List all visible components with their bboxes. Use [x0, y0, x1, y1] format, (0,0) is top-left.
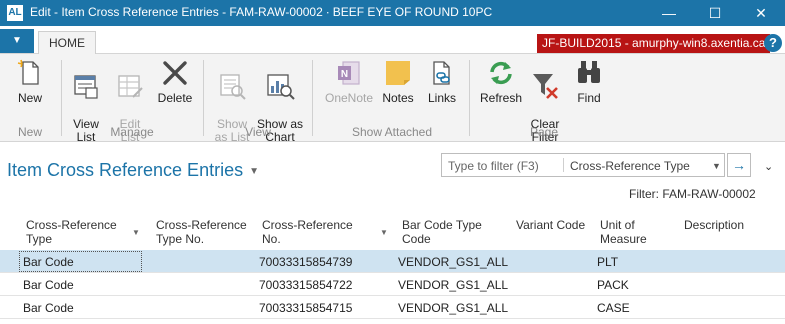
notes-label: Notes	[382, 91, 414, 105]
filter-input[interactable]: Type to filter (F3)	[448, 159, 539, 173]
links-button[interactable]: Links	[426, 58, 458, 105]
edit-list-icon	[118, 75, 143, 98]
cell-bar-code-type-code[interactable]: VENDOR_GS1_ALL	[398, 255, 508, 269]
table-row[interactable]: Bar Code 70033315854715 VENDOR_GS1_ALL C…	[0, 296, 785, 319]
column-header-variant-code[interactable]: Variant Code	[516, 218, 596, 232]
cell-bar-code-type-code[interactable]: VENDOR_GS1_ALL	[398, 278, 508, 292]
delete-x-icon	[163, 61, 187, 85]
cell-cross-reference-type[interactable]: Bar Code	[23, 255, 74, 269]
cell-bar-code-type-code[interactable]: VENDOR_GS1_ALL	[398, 301, 508, 315]
group-separator	[61, 60, 62, 136]
app-logo-icon: AL	[7, 5, 23, 21]
window-title-bar: AL Edit - Item Cross Reference Entries -…	[0, 0, 785, 26]
tab-home[interactable]: HOME	[38, 31, 96, 55]
column-header-bar-code-type-code[interactable]: Bar Code Type Code	[402, 218, 502, 246]
filter-divider	[563, 158, 564, 172]
group-label-show-attached: Show Attached	[351, 125, 433, 139]
collapse-chevron-icon[interactable]: ⌄	[764, 160, 773, 173]
filter-summary: Filter: FAM-RAW-00002	[629, 187, 756, 201]
refresh-button[interactable]: Refresh	[479, 58, 523, 105]
group-label-new: New	[17, 125, 42, 139]
view-list-icon	[74, 75, 98, 99]
help-icon[interactable]: ?	[764, 34, 782, 52]
onenote-button[interactable]: N OneNote	[322, 58, 376, 105]
svg-text:N: N	[341, 69, 348, 80]
column-header-cross-reference-type[interactable]: Cross-Reference Type	[26, 218, 121, 246]
chevron-down-icon[interactable]: ▼	[249, 166, 259, 177]
filter-field-select[interactable]: Cross-Reference Type	[570, 159, 690, 173]
app-menu-button[interactable]: ▼	[0, 29, 34, 53]
maximize-button[interactable]: ☐	[697, 0, 733, 26]
group-separator	[469, 60, 470, 136]
minimize-button[interactable]: —	[651, 0, 687, 26]
group-label-page: Page	[529, 125, 559, 139]
page-title[interactable]: Item Cross Reference Entries ▼	[7, 160, 259, 181]
chevron-down-icon[interactable]: ▼	[712, 161, 721, 171]
page-title-text: Item Cross Reference Entries	[7, 160, 244, 180]
sort-caret-icon[interactable]: ▼	[132, 228, 140, 237]
table-row[interactable]: Bar Code 70033315854722 VENDOR_GS1_ALL P…	[0, 273, 785, 296]
cell-unit-of-measure[interactable]: PACK	[597, 278, 629, 292]
cell-cross-reference-no[interactable]: 70033315854722	[259, 278, 352, 292]
cell-unit-of-measure[interactable]: PLT	[597, 255, 618, 269]
column-header-cross-reference-type-no[interactable]: Cross-Reference Type No.	[156, 218, 251, 246]
show-as-list-icon	[220, 74, 246, 100]
links-label: Links	[427, 91, 456, 105]
new-label: New	[17, 91, 42, 105]
group-label-manage: Manage	[110, 125, 154, 139]
build-badge: JF-BUILD2015 - amurphy-win8.axentia.ca	[537, 34, 771, 53]
table-header: Cross-Reference Type ▼ Cross-Reference T…	[0, 212, 785, 250]
find-binoculars-icon	[578, 61, 600, 83]
new-document-icon	[17, 59, 39, 85]
cell-cross-reference-no[interactable]: 70033315854715	[259, 301, 352, 315]
table-row[interactable]: Bar Code 70033315854739 VENDOR_GS1_ALL P…	[0, 250, 785, 273]
show-as-chart-icon	[267, 74, 295, 100]
refresh-icon	[490, 61, 512, 85]
window-title: Edit - Item Cross Reference Entries - FA…	[30, 5, 493, 19]
find-button[interactable]: Find	[572, 58, 606, 105]
column-header-description[interactable]: Description	[684, 218, 774, 232]
notes-button[interactable]: Notes	[380, 58, 416, 105]
cell-cross-reference-no[interactable]: 70033315854739	[259, 255, 352, 269]
group-label-view: View	[245, 125, 271, 139]
sort-caret-icon[interactable]: ▼	[380, 228, 388, 237]
cell-cross-reference-type[interactable]: Bar Code	[23, 278, 74, 292]
close-button[interactable]: ✕	[743, 0, 779, 26]
cell-cross-reference-type[interactable]: Bar Code	[23, 301, 74, 315]
group-separator	[203, 60, 204, 136]
column-header-unit-of-measure[interactable]: Unit of Measure	[600, 218, 670, 246]
notes-icon	[386, 61, 410, 85]
onenote-icon: N	[338, 61, 360, 85]
new-button[interactable]: New	[12, 58, 48, 105]
column-header-cross-reference-no[interactable]: Cross-Reference No.	[262, 218, 362, 246]
filter-go-button[interactable]: →	[727, 153, 751, 177]
clear-filter-icon	[533, 74, 558, 99]
cell-unit-of-measure[interactable]: CASE	[597, 301, 630, 315]
delete-button[interactable]: Delete	[156, 58, 194, 105]
onenote-label: OneNote	[324, 91, 374, 105]
refresh-label: Refresh	[479, 91, 523, 105]
delete-label: Delete	[157, 91, 193, 105]
filter-box: Type to filter (F3) Cross-Reference Type…	[441, 153, 725, 177]
group-separator	[312, 60, 313, 136]
find-label: Find	[577, 91, 601, 105]
links-icon	[433, 61, 450, 85]
